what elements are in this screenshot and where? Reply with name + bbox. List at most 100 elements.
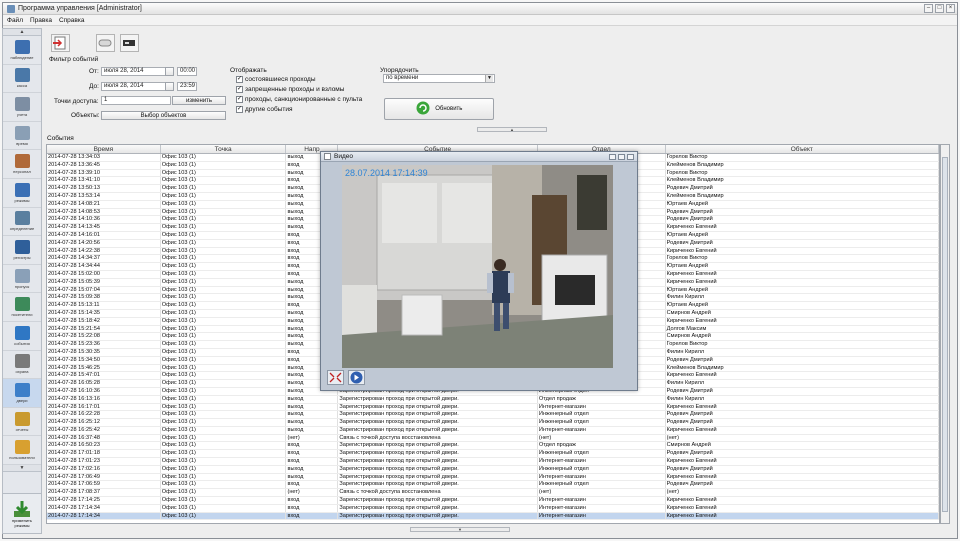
sidebar-item-0[interactable]: наблюдение [3, 36, 41, 65]
display-option-checkbox[interactable]: ✓ [236, 86, 243, 93]
display-option-checkbox[interactable]: ✓ [236, 106, 243, 113]
camera-button[interactable] [96, 34, 115, 52]
table-row[interactable]: 2014-07-28 16:22:28 Офис 103 (1) выход Заре… [47, 411, 939, 420]
sidebar-item-icon [14, 354, 30, 369]
sidebar-item-2[interactable]: учета [3, 93, 41, 122]
table-cell: Офис 103 (1) [161, 154, 287, 161]
table-cell: (нет) [286, 434, 339, 442]
table-cell: Офис 103 (1) [161, 161, 287, 169]
sidebar-item-12[interactable]: двери [3, 379, 41, 408]
table-row[interactable]: 2014-07-28 17:06:49 Офис 103 (1) выход Заре… [47, 473, 939, 482]
access-points-field[interactable]: 1 [101, 96, 171, 105]
video-minimize-icon[interactable] [609, 154, 616, 160]
table-cell: 2014-07-28 13:53:14 [47, 192, 161, 200]
sort-select[interactable]: по времени ▼ [383, 74, 495, 83]
to-time-field[interactable]: 23:59 [177, 82, 197, 91]
sidebar-item-13[interactable]: отчеты [3, 408, 41, 437]
table-row[interactable]: 2014-07-28 17:14:34 Офис 103 (1) вход Зарег… [47, 512, 939, 521]
sidebar-item-icon [14, 96, 30, 111]
col-point[interactable]: Точка [161, 145, 287, 153]
maximize-icon[interactable]: □ [935, 4, 944, 13]
from-calendar-icon[interactable] [165, 67, 174, 76]
table-cell: Филин Кирилл [666, 294, 939, 302]
fullscreen-button[interactable] [327, 370, 344, 385]
select-objects-button[interactable]: Выбор объектов [101, 111, 226, 120]
sidebar-item-9[interactable]: посетители [3, 293, 41, 322]
table-cell: 2014-07-28 13:39:10 [47, 169, 161, 177]
sidebar-item-7[interactable]: регистры [3, 236, 41, 265]
table-cell: Кириченко Евгений [666, 497, 939, 504]
table-cell: 2014-07-28 13:34:03 [47, 154, 161, 161]
apply-modes-button[interactable]: применить режимы [3, 493, 41, 533]
sidebar-item-5[interactable]: режимы [3, 179, 41, 208]
display-option-checkbox[interactable]: ✓ [236, 76, 243, 83]
table-cell: вход [286, 512, 339, 520]
exit-button[interactable] [51, 34, 70, 52]
table-row[interactable]: 2014-07-28 16:50:23 Офис 103 (1) вход Зарег… [47, 442, 939, 451]
menu-help[interactable]: Справка [59, 17, 85, 24]
video-title-bar[interactable]: Видео [321, 152, 637, 162]
minimize-icon[interactable]: – [924, 4, 933, 13]
refresh-button[interactable]: Обновить [384, 98, 494, 120]
table-row[interactable]: 2014-07-28 17:14:25 Офис 103 (1) вход Зарег… [47, 497, 939, 505]
from-date-field[interactable]: июля 28, 2014 [101, 67, 166, 76]
sidebar-item-4[interactable]: персонал [3, 150, 41, 179]
table-row[interactable]: 2014-07-28 17:14:34 Офис 103 (1) вход Зарег… [47, 504, 939, 513]
table-row[interactable]: 2014-07-28 17:01:23 Офис 103 (1) вход Зарег… [47, 458, 939, 466]
table-cell: Зарегистрирован проход при открытой двер… [338, 512, 538, 520]
table-collapse-handle[interactable]: ▼ [410, 527, 510, 532]
card-reader-button[interactable] [120, 34, 139, 52]
col-time[interactable]: Время [47, 145, 161, 153]
sidebar-item-6[interactable]: определение [3, 208, 41, 237]
table-cell: 2014-07-28 17:01:23 [47, 458, 161, 465]
to-date-field[interactable]: июля 28, 2014 [101, 82, 166, 91]
sidebar-item-10[interactable]: события [3, 322, 41, 351]
table-row[interactable]: 2014-07-28 16:25:42 Офис 103 (1) выход Заре… [47, 426, 939, 435]
scrollbar-thumb[interactable] [942, 157, 948, 512]
table-row[interactable]: 2014-07-28 17:02:16 Офис 103 (1) выход Заре… [47, 465, 939, 474]
col-object[interactable]: Объект [666, 145, 939, 153]
table-cell: 2014-07-28 15:34:50 [47, 356, 161, 364]
menu-edit[interactable]: Правка [30, 17, 52, 24]
to-calendar-icon[interactable] [165, 82, 174, 91]
table-scrollbar[interactable] [940, 144, 950, 524]
change-access-points-button[interactable]: изменить [172, 96, 226, 105]
filter-caption: Фильтр событий [49, 56, 99, 63]
table-cell: 2014-07-28 17:08:37 [47, 489, 161, 497]
apply-modes-label: применить режимы [12, 517, 32, 528]
close-icon[interactable]: × [946, 4, 955, 13]
sidebar-item-label: определение [9, 226, 35, 232]
filter-collapse-handle[interactable]: ▲ [477, 127, 547, 132]
table-row[interactable]: 2014-07-28 16:25:12 Офис 103 (1) выход Заре… [47, 419, 939, 427]
from-time-field[interactable]: 00:00 [177, 67, 197, 76]
table-row[interactable]: 2014-07-28 16:37:48 Офис 103 (1) (нет) Связ… [47, 434, 939, 443]
sidebar-item-1[interactable]: касса [3, 65, 41, 94]
video-checkbox[interactable] [324, 153, 331, 160]
table-cell: 2014-07-28 14:08:21 [47, 200, 161, 208]
sidebar-item-icon [14, 268, 30, 283]
table-row[interactable]: 2014-07-28 17:01:18 Офис 103 (1) вход Зарег… [47, 450, 939, 459]
menu-file[interactable]: Файл [7, 17, 23, 24]
table-row[interactable]: 2014-07-28 16:13:16 Офис 103 (1) выход Заре… [47, 395, 939, 404]
table-cell: Зарегистрирован проход при открытой двер… [338, 426, 538, 434]
sidebar-scroll-down-icon[interactable]: ▼ [3, 464, 41, 472]
table-cell: вход [286, 497, 339, 504]
table-cell: 2014-07-28 15:02:00 [47, 270, 161, 278]
display-option-checkbox[interactable]: ✓ [236, 96, 243, 103]
sidebar-item-label: персонал [13, 169, 31, 175]
sidebar-item-11[interactable]: охрана [3, 351, 41, 380]
table-cell: Зарегистрирован проход при открытой двер… [338, 419, 538, 426]
table-cell: Зарегистрирован проход при открытой двер… [338, 395, 538, 403]
video-restore-icon[interactable] [618, 154, 625, 160]
video-controls [327, 370, 365, 385]
table-row[interactable]: 2014-07-28 17:08:37 Офис 103 (1) (нет) Связ… [47, 489, 939, 498]
sidebar-scroll-up-icon[interactable]: ▲ [3, 29, 41, 36]
table-row[interactable]: 2014-07-28 17:06:59 Офис 103 (1) вход Зарег… [47, 481, 939, 490]
sidebar-item-3[interactable]: время [3, 122, 41, 151]
table-cell: Инженерный отдел [538, 450, 666, 458]
sidebar-item-8[interactable]: пропуск [3, 265, 41, 294]
play-button[interactable] [348, 370, 365, 385]
sidebar-item-14[interactable]: пользователи [3, 436, 41, 465]
table-row[interactable]: 2014-07-28 16:17:01 Офис 103 (1) выход Заре… [47, 403, 939, 412]
video-close-icon[interactable] [627, 154, 634, 160]
